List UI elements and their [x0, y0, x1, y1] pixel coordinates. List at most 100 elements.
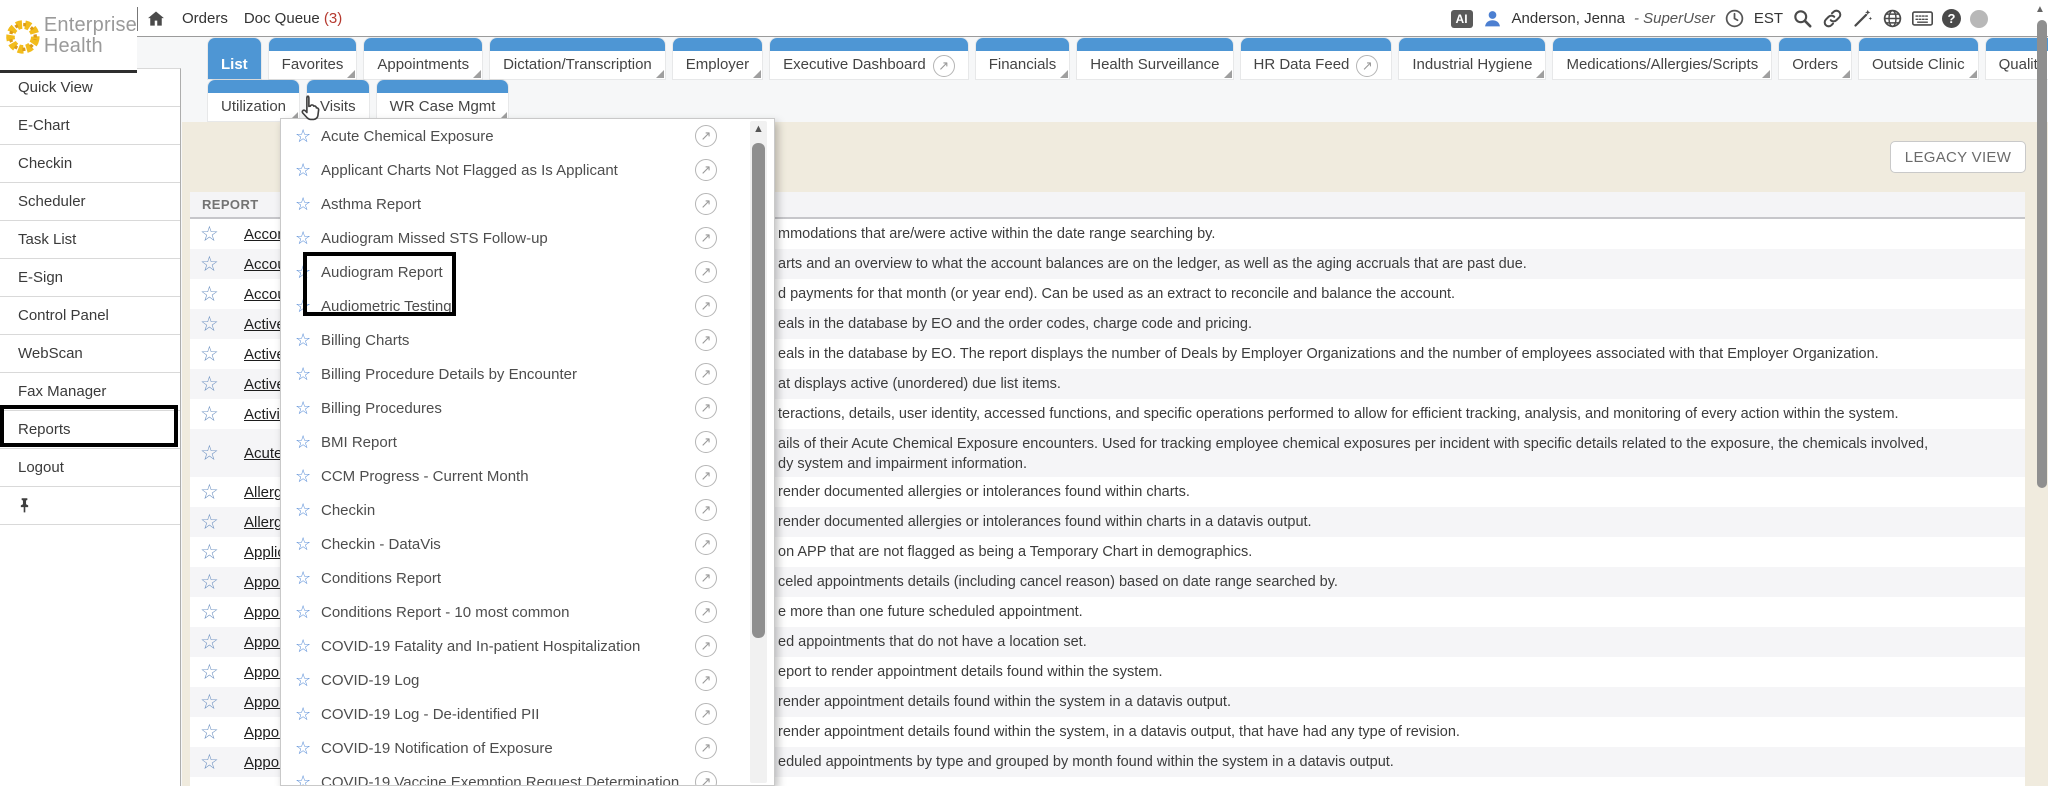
external-link-icon[interactable]: ↗	[933, 55, 955, 77]
tab-outside-clinic[interactable]: Outside Clinic	[1859, 38, 1978, 79]
favorite-star-icon[interactable]: ☆	[200, 542, 234, 563]
tab-utilization[interactable]: Utilization	[208, 80, 299, 121]
report-link-appoi-16[interactable]: Appoi	[244, 724, 282, 741]
sidebar-item-logout[interactable]: Logout	[0, 449, 180, 487]
favorite-star-icon[interactable]: ☆	[200, 722, 234, 743]
wand-icon[interactable]	[1852, 8, 1873, 29]
report-link-allerg-8[interactable]: Allerg	[244, 484, 282, 501]
dropdown-scroll-up-icon[interactable]: ▲	[752, 123, 765, 135]
favorite-star-icon[interactable]: ☆	[295, 263, 321, 281]
favorite-star-icon[interactable]: ☆	[200, 374, 234, 395]
sidebar-item-quick-view[interactable]: Quick View	[0, 69, 180, 107]
open-report-icon[interactable]: ↗	[695, 295, 717, 317]
dropdown-item-audiometric-testing[interactable]: ☆Audiometric Testing↗	[281, 289, 774, 323]
favorite-star-icon[interactable]: ☆	[200, 602, 234, 623]
report-link-appoi-11[interactable]: Appoi	[244, 574, 282, 591]
favorite-star-icon[interactable]: ☆	[200, 224, 234, 245]
dropdown-scrollbar-thumb[interactable]	[752, 143, 765, 638]
open-report-icon[interactable]: ↗	[695, 567, 717, 589]
user-avatar-icon[interactable]	[1482, 8, 1503, 29]
keyboard-icon[interactable]	[1912, 8, 1933, 29]
report-link-acute-7[interactable]: Acute	[244, 445, 282, 462]
tab-appointments[interactable]: Appointments	[364, 38, 482, 79]
open-report-icon[interactable]: ↗	[695, 261, 717, 283]
favorite-star-icon[interactable]: ☆	[295, 603, 321, 621]
favorite-star-icon[interactable]: ☆	[295, 671, 321, 689]
dropdown-item-checkin[interactable]: ☆Checkin↗	[281, 493, 774, 527]
report-link-applic-10[interactable]: Applic	[244, 544, 285, 561]
page-scroll-up-icon[interactable]: ▲	[2034, 4, 2046, 15]
favorite-star-icon[interactable]: ☆	[200, 662, 234, 683]
favorite-star-icon[interactable]: ☆	[200, 752, 234, 773]
help-icon[interactable]: ?	[1942, 9, 1961, 28]
external-link-icon[interactable]: ↗	[1356, 55, 1378, 77]
favorite-star-icon[interactable]: ☆	[200, 632, 234, 653]
dropdown-item-covid-19-fatality-and-in-patient-hospitalization[interactable]: ☆COVID-19 Fatality and In-patient Hospit…	[281, 629, 774, 663]
sidebar-item-e-chart[interactable]: E-Chart	[0, 107, 180, 145]
tab-financials[interactable]: Financials	[976, 38, 1070, 79]
sidebar-item-control-panel[interactable]: Control Panel	[0, 297, 180, 335]
tab-wr-case-mgmt[interactable]: WR Case Mgmt	[377, 80, 509, 121]
tab-hr-data-feed[interactable]: HR Data Feed↗	[1241, 38, 1392, 79]
sidebar-item-reports[interactable]: Reports	[0, 411, 180, 449]
link-icon[interactable]	[1822, 8, 1843, 29]
favorite-star-icon[interactable]: ☆	[200, 512, 234, 533]
sidebar-item-scheduler[interactable]: Scheduler	[0, 183, 180, 221]
dropdown-item-checkin-datavis[interactable]: ☆Checkin - DataVis↗	[281, 527, 774, 561]
dropdown-item-applicant-charts-not-flagged-as-is-applicant[interactable]: ☆Applicant Charts Not Flagged as Is Appl…	[281, 153, 774, 187]
open-report-icon[interactable]: ↗	[695, 227, 717, 249]
report-link-active-3[interactable]: Active	[244, 316, 285, 333]
favorite-star-icon[interactable]: ☆	[295, 331, 321, 349]
sidebar-item-fax-manager[interactable]: Fax Manager	[0, 373, 180, 411]
report-link-active-5[interactable]: Active	[244, 376, 285, 393]
globe-icon[interactable]	[1882, 8, 1903, 29]
tab-industrial-hygiene[interactable]: Industrial Hygiene	[1399, 38, 1545, 79]
favorite-star-icon[interactable]: ☆	[295, 399, 321, 417]
favorite-star-icon[interactable]: ☆	[295, 127, 321, 145]
dropdown-item-covid-19-log-de-identified-pii[interactable]: ☆COVID-19 Log - De-identified PII↗	[281, 697, 774, 731]
favorite-star-icon[interactable]: ☆	[200, 404, 234, 425]
favorite-star-icon[interactable]: ☆	[295, 433, 321, 451]
favorite-star-icon[interactable]: ☆	[295, 569, 321, 587]
search-icon[interactable]	[1792, 8, 1813, 29]
sidebar-item-e-sign[interactable]: E-Sign	[0, 259, 180, 297]
tab-medications-allergies-scripts[interactable]: Medications/Allergies/Scripts	[1553, 38, 1771, 79]
favorite-star-icon[interactable]: ☆	[200, 344, 234, 365]
dropdown-item-conditions-report-10-most-common[interactable]: ☆Conditions Report - 10 most common↗	[281, 595, 774, 629]
tab-list[interactable]: List	[208, 38, 261, 79]
favorite-star-icon[interactable]: ☆	[295, 195, 321, 213]
favorite-star-icon[interactable]: ☆	[295, 739, 321, 757]
favorite-star-icon[interactable]: ☆	[295, 535, 321, 553]
favorite-star-icon[interactable]: ☆	[200, 284, 234, 305]
open-report-icon[interactable]: ↗	[695, 533, 717, 555]
open-report-icon[interactable]: ↗	[695, 635, 717, 657]
favorite-star-icon[interactable]: ☆	[295, 161, 321, 179]
favorite-star-icon[interactable]: ☆	[295, 773, 321, 786]
open-report-icon[interactable]: ↗	[695, 329, 717, 351]
dropdown-item-billing-procedure-details-by-encounter[interactable]: ☆Billing Procedure Details by Encounter↗	[281, 357, 774, 391]
dropdown-item-conditions-report[interactable]: ☆Conditions Report↗	[281, 561, 774, 595]
favorite-star-icon[interactable]: ☆	[200, 443, 234, 464]
tab-executive-dashboard[interactable]: Executive Dashboard↗	[770, 38, 968, 79]
tab-favorites[interactable]: Favorites	[269, 38, 357, 79]
dropdown-item-bmi-report[interactable]: ☆BMI Report↗	[281, 425, 774, 459]
report-link-appoi-13[interactable]: Appoi	[244, 634, 282, 651]
sidebar-item-checkin[interactable]: Checkin	[0, 145, 180, 183]
dropdown-item-covid-19-notification-of-exposure[interactable]: ☆COVID-19 Notification of Exposure↗	[281, 731, 774, 765]
report-link-appoi-14[interactable]: Appoi	[244, 664, 282, 681]
sidebar-item-task-list[interactable]: Task List	[0, 221, 180, 259]
open-report-icon[interactable]: ↗	[695, 601, 717, 623]
open-report-icon[interactable]: ↗	[695, 125, 717, 147]
favorite-star-icon[interactable]: ☆	[295, 637, 321, 655]
breadcrumb-item-doc-queue[interactable]: Doc Queue (3)	[244, 10, 342, 27]
breadcrumb-item-orders[interactable]: Orders	[182, 10, 228, 27]
dropdown-item-billing-charts[interactable]: ☆Billing Charts↗	[281, 323, 774, 357]
tab-orders[interactable]: Orders	[1779, 38, 1851, 79]
open-report-icon[interactable]: ↗	[695, 363, 717, 385]
open-report-icon[interactable]: ↗	[695, 771, 717, 786]
open-report-icon[interactable]: ↗	[695, 397, 717, 419]
dropdown-item-audiogram-missed-sts-follow-up[interactable]: ☆Audiogram Missed STS Follow-up↗	[281, 221, 774, 255]
report-link-allerg-9[interactable]: Allerg	[244, 514, 282, 531]
report-link-active-4[interactable]: Active	[244, 346, 285, 363]
home-icon[interactable]	[146, 9, 166, 29]
